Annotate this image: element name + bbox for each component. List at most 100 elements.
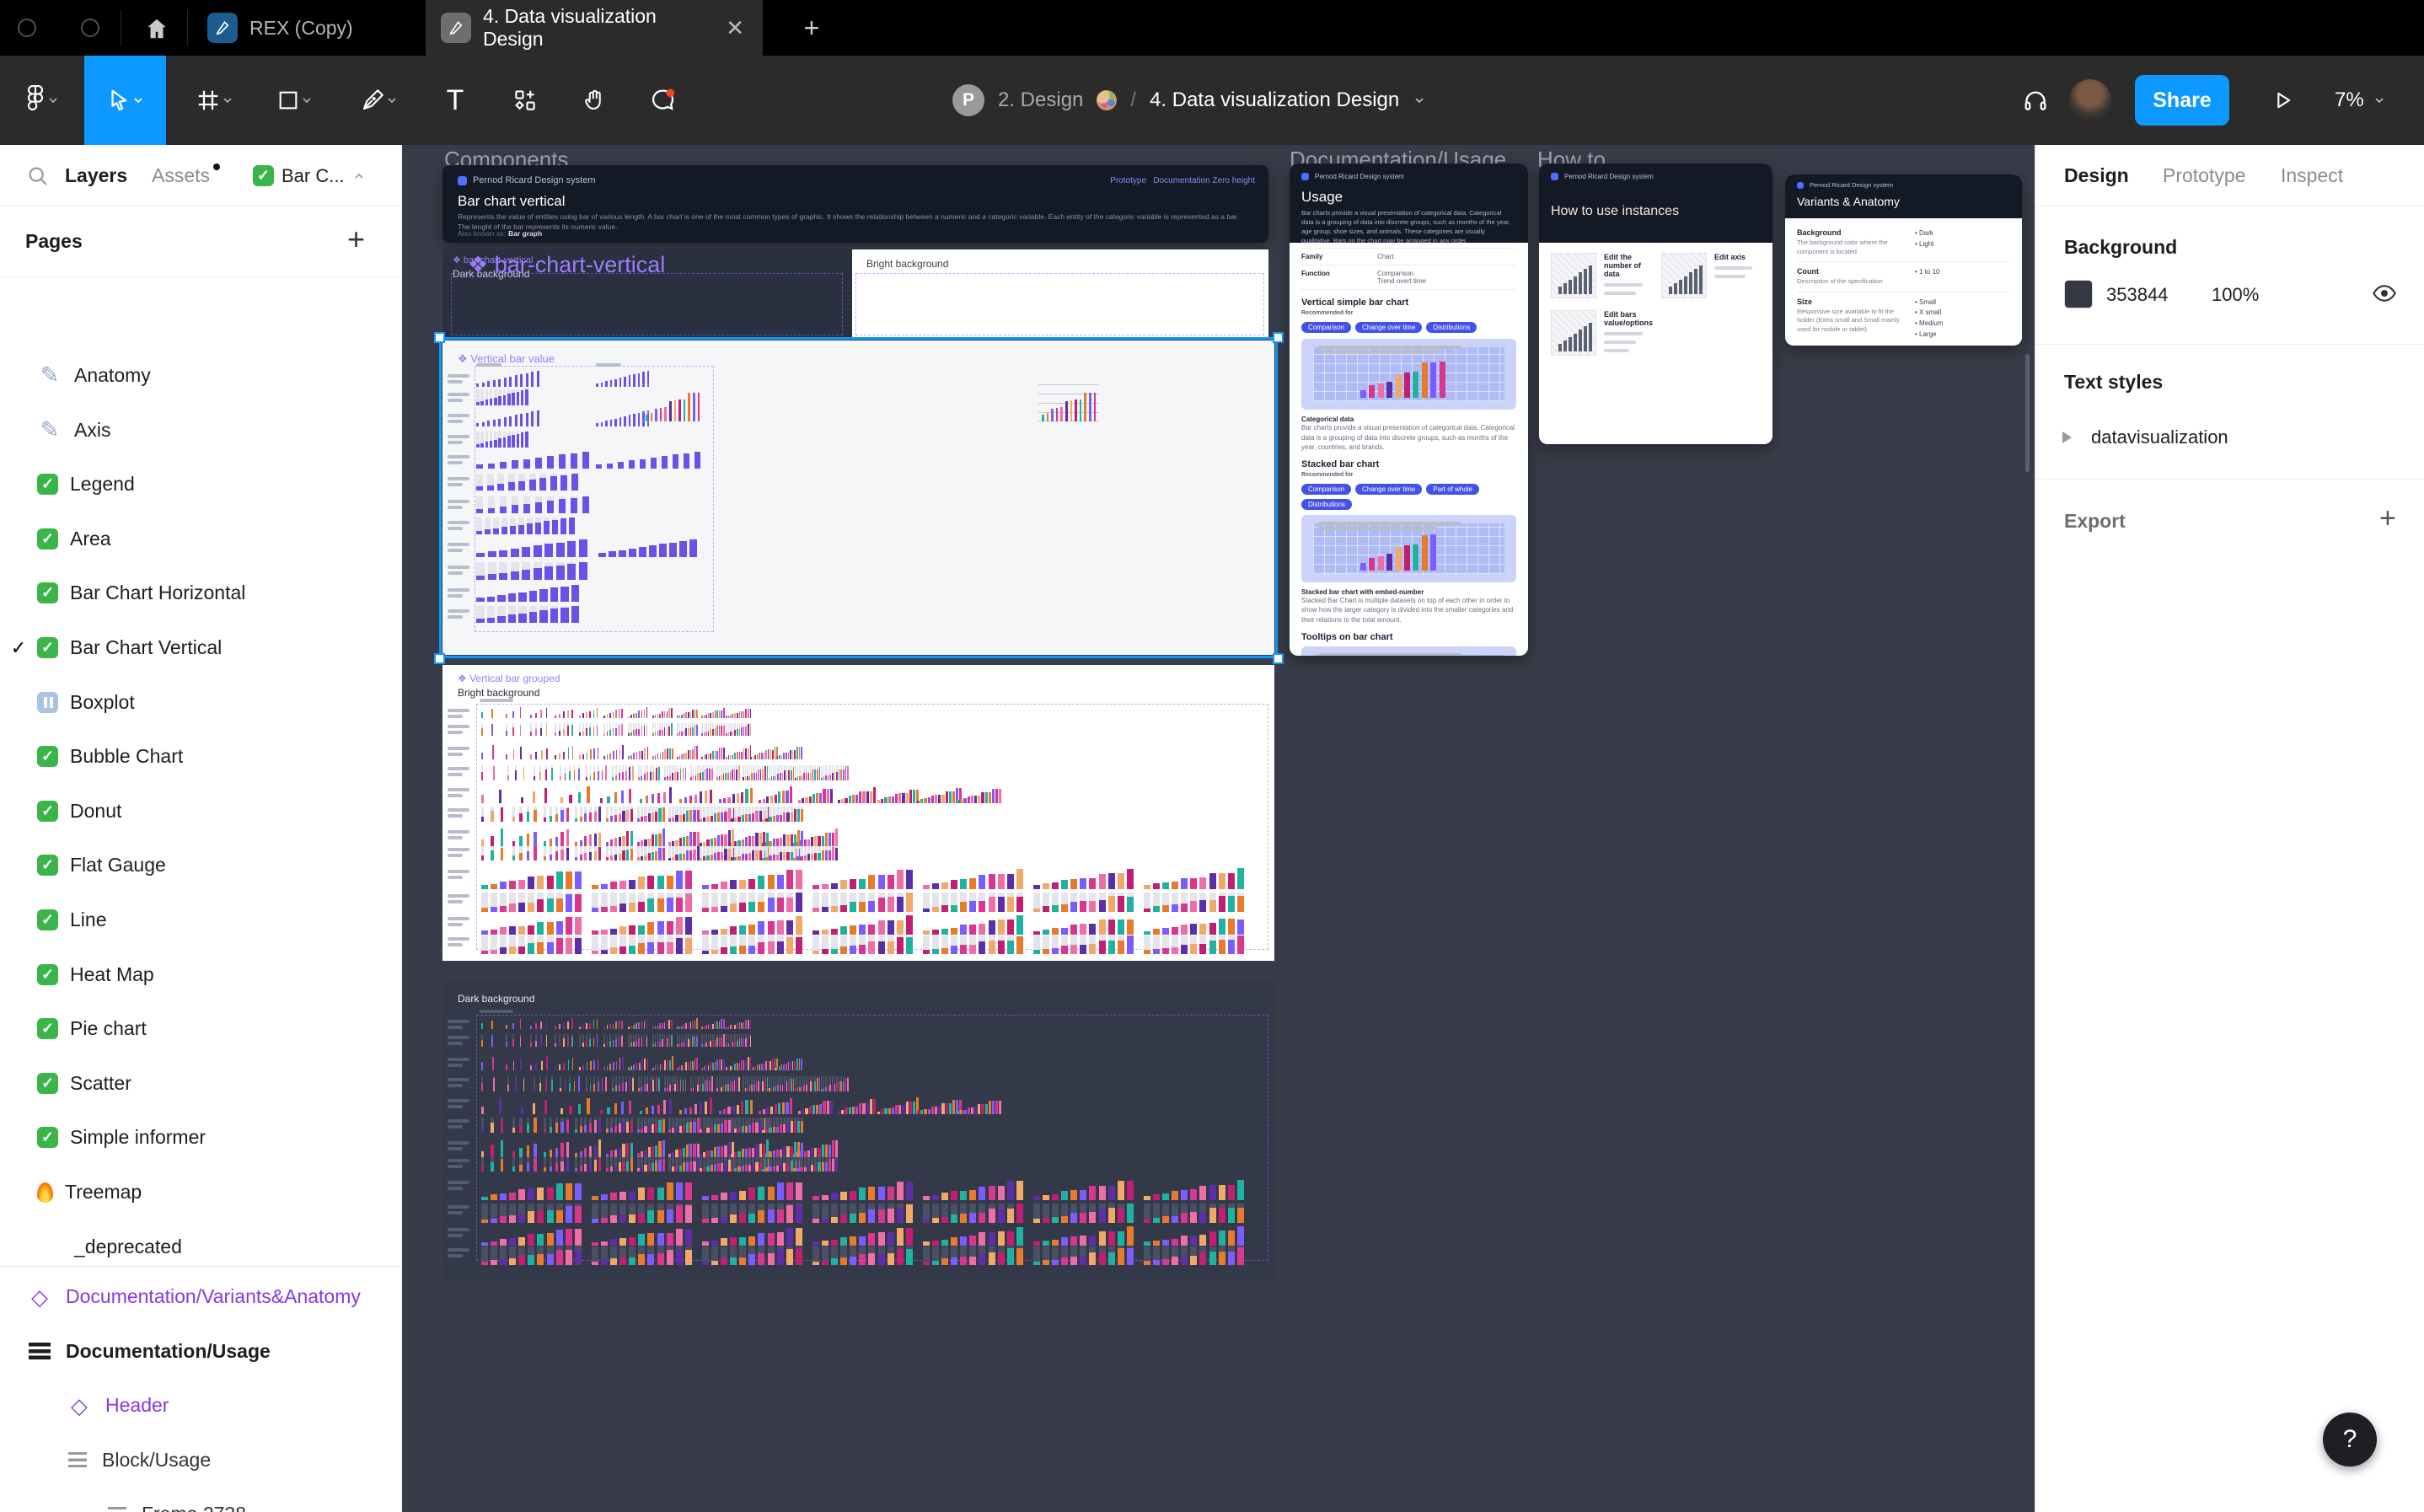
search-icon[interactable]: [25, 164, 51, 189]
component-bounds: [451, 273, 843, 335]
sidebar-page-line[interactable]: ✓Line: [0, 893, 402, 947]
usage-card[interactable]: Pernod Ricard Design system Usage Bar ch…: [1290, 164, 1528, 656]
tab-assets[interactable]: Assets: [152, 145, 210, 206]
home-button[interactable]: [140, 12, 174, 46]
sidebar-page-boxplot[interactable]: Boxplot: [0, 675, 402, 730]
text-tool-button[interactable]: T: [426, 56, 485, 145]
howto-card[interactable]: Pernod Ricard Design system How to use i…: [1539, 164, 1772, 444]
close-icon[interactable]: ✕: [722, 15, 748, 41]
sidebar-page-axis[interactable]: ✎Axis: [0, 403, 402, 458]
share-button[interactable]: Share: [2135, 75, 2229, 126]
layer-header[interactable]: ◇Header: [0, 1378, 402, 1433]
sidebar-page-flat-gauge[interactable]: ✓Flat Gauge: [0, 838, 402, 893]
layer-documentation-variants-anatomy[interactable]: ◇Documentation/Variants&Anatomy: [0, 1269, 402, 1324]
comment-tool-button[interactable]: [630, 56, 694, 145]
text-styles-title: Text styles: [2064, 371, 2163, 394]
pills-row: ComparisonChange over timePart of wholeD…: [1301, 480, 1516, 511]
component-icon: [512, 88, 538, 113]
layer-documentation-usage[interactable]: Documentation/Usage: [0, 1324, 402, 1379]
hand-tool-button[interactable]: [563, 56, 627, 145]
frame-links[interactable]: Prototype Documentation Zero height: [1110, 176, 1255, 185]
background-opacity-value[interactable]: 100%: [2212, 284, 2259, 306]
text-style-item[interactable]: datavisualization: [2091, 426, 2228, 448]
check-icon: ✓: [37, 801, 58, 822]
new-tab-button[interactable]: +: [794, 10, 829, 46]
move-tool-button[interactable]: [84, 56, 166, 145]
help-button[interactable]: ?: [2323, 1413, 2377, 1466]
check-icon: ✓: [37, 582, 58, 603]
usage-card-header: Pernod Ricard Design system Usage Bar ch…: [1290, 164, 1528, 243]
sidebar-page-area[interactable]: ✓Area: [0, 512, 402, 566]
va-card-header: Pernod Ricard Design system Variants & A…: [1785, 174, 2022, 218]
sidebar-page-bubble-chart[interactable]: ✓Bubble Chart: [0, 729, 402, 784]
sidebar-page-scatter[interactable]: ✓Scatter: [0, 1056, 402, 1111]
chevron-down-icon[interactable]: [1413, 94, 1426, 107]
page-label: Legend: [70, 473, 135, 496]
also-known-value: Bar graph: [508, 229, 542, 238]
breadcrumb-page[interactable]: 4. Data visualization Design: [1150, 88, 1399, 112]
pen-tool-button[interactable]: [339, 56, 420, 145]
frame-bar-chart-vertical-intro[interactable]: Pernod Ricard Design system Prototype Do…: [442, 165, 1268, 243]
frame-vertical-bar-grouped-dark[interactable]: Dark background: [442, 981, 1274, 1280]
sidebar-page-bar-chart-horizontal[interactable]: ✓Bar Chart Horizontal: [0, 566, 402, 620]
text-icon: [68, 1452, 87, 1467]
sidebar-page-bar-chart-vertical[interactable]: ✓✓Bar Chart Vertical: [0, 620, 402, 675]
add-export-button[interactable]: +: [2379, 502, 2396, 535]
sidebar-page-simple-informer[interactable]: ✓Simple informer: [0, 1110, 402, 1165]
layer-label: Header: [105, 1394, 169, 1417]
window-control-icon[interactable]: [81, 19, 99, 37]
text-icon: T: [447, 84, 464, 117]
tab-rex-copy[interactable]: REX (Copy): [192, 0, 368, 56]
sidebar-page-legend[interactable]: ✓Legend: [0, 457, 402, 512]
selection-handle[interactable]: [1273, 653, 1284, 664]
howto-title: How to use instances: [1551, 204, 1679, 219]
selection-handle[interactable]: [1273, 332, 1284, 343]
tab-prototype[interactable]: Prototype: [2163, 145, 2245, 206]
sidebar-page-donut[interactable]: ✓Donut: [0, 784, 402, 839]
canvas[interactable]: Components Documentation/Usage How to Pe…: [402, 145, 2035, 1512]
page-switcher[interactable]: ✓ Bar C...: [253, 145, 366, 206]
selection-handle[interactable]: [434, 653, 445, 664]
present-button[interactable]: [2257, 56, 2308, 145]
canvas-scrollbar[interactable]: [2025, 354, 2030, 472]
zoom-control[interactable]: 7%: [2335, 56, 2386, 145]
frame-tool-button[interactable]: [177, 56, 253, 145]
breadcrumb-project[interactable]: 2. Design: [998, 88, 1083, 112]
howto-item-title: Edit bars value/options: [1604, 310, 1653, 327]
cursor-icon: [106, 88, 131, 113]
sidebar-page-heat-map[interactable]: ✓Heat Map: [0, 947, 402, 1002]
tab-design[interactable]: Design: [2064, 145, 2129, 206]
audio-button[interactable]: [2010, 56, 2061, 145]
resources-tool-button[interactable]: [493, 56, 557, 145]
page-label: Axis: [74, 419, 110, 442]
tab-layers[interactable]: Layers: [65, 145, 127, 206]
tab-inspect[interactable]: Inspect: [2281, 145, 2343, 206]
tab-data-visualization[interactable]: 4. Data visualization Design ✕: [426, 0, 763, 56]
expand-arrow-icon[interactable]: [2062, 432, 2072, 443]
layer-block-usage[interactable]: Block/Usage: [0, 1433, 402, 1488]
layer-frame-2738[interactable]: Frame 2738: [0, 1487, 402, 1512]
sidebar-page-treemap[interactable]: Treemap: [0, 1165, 402, 1220]
eye-icon[interactable]: [2371, 280, 2398, 307]
avatar[interactable]: [2069, 79, 2111, 121]
sidebar-page-pie-chart[interactable]: ✓Pie chart: [0, 1001, 402, 1056]
pill-comparison: Comparison: [1301, 322, 1351, 333]
main-menu-button[interactable]: [8, 56, 76, 145]
selection-handle[interactable]: [434, 332, 445, 343]
project-badge[interactable]: P: [952, 84, 984, 116]
home-icon: [144, 16, 169, 41]
frame-vertical-bar-value[interactable]: ❖ Vertical bar value: [442, 340, 1274, 655]
frame-vertical-bar-grouped-bright[interactable]: ❖ Vertical bar grouped Bright background: [442, 665, 1274, 961]
background-hex-value[interactable]: 353844: [2106, 284, 2168, 306]
shape-tool-button[interactable]: [257, 56, 333, 145]
background-color-swatch[interactable]: [2064, 280, 2093, 308]
howto-card-header: Pernod Ricard Design system How to use i…: [1539, 164, 1772, 243]
check-icon: ✓: [37, 746, 58, 767]
window-control-icon[interactable]: [18, 19, 36, 37]
va-spec-rows: BackgroundThe background color where the…: [1797, 223, 2010, 346]
sidebar-page-anatomy[interactable]: ✎Anatomy: [0, 348, 402, 403]
va-row-background: BackgroundThe background color where the…: [1797, 223, 2010, 261]
add-page-button[interactable]: +: [347, 222, 365, 257]
variants-anatomy-card[interactable]: Pernod Ricard Design system Variants & A…: [1785, 174, 2022, 346]
page-switcher-label: Bar C...: [282, 165, 345, 187]
